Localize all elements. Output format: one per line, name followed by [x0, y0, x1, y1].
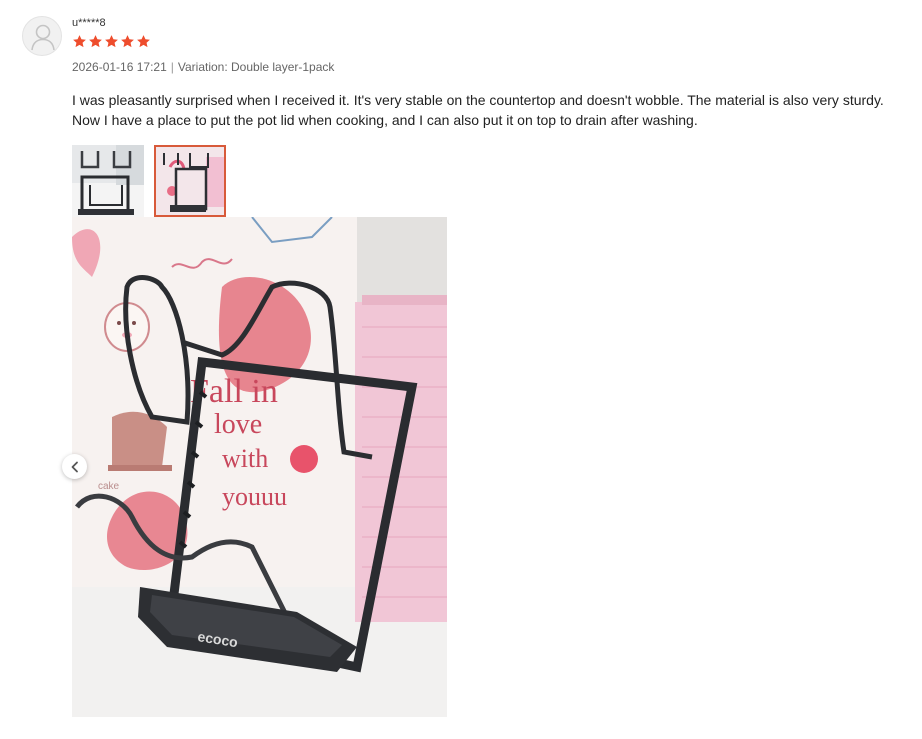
review-meta: 2026-01-16 17:21 | Variation: Double layer… [72, 59, 334, 75]
thumbnail-2-image [156, 147, 224, 215]
cake-doodle-label: cake [98, 481, 120, 492]
star-icon [121, 35, 134, 48]
thumbnail-2[interactable] [154, 145, 226, 217]
reviewer-username: u*****8 [72, 17, 106, 29]
review-text: I was pleasantly surprised when I receiv… [72, 92, 884, 128]
review-variation: Variation: Double layer-1pack [177, 60, 335, 74]
user-silhouette-icon [31, 24, 55, 51]
star-icon [73, 35, 86, 48]
star-icon [137, 35, 150, 48]
sign-text-line2: love [214, 409, 262, 440]
sign-text-line3: with [222, 444, 268, 473]
thumbnail-1-image [72, 145, 144, 217]
rating-stars [72, 34, 151, 52]
star-icon [89, 35, 102, 48]
sign-text-line4: youuu [222, 482, 287, 511]
review-date: 2026-01-16 17:21 [72, 60, 167, 74]
review-card: u*****8 2026-01-16 17:21 | Variation: Doub… [0, 0, 922, 739]
image-thumbnails [72, 145, 226, 217]
prev-image-button[interactable] [62, 454, 87, 479]
pot-lid-rack-photo: Fall in love with youuu cake ecoco [72, 217, 447, 717]
chevron-left-icon [71, 461, 78, 472]
review-photo: Fall in love with youuu cake ecoco [72, 217, 447, 717]
thumbnail-1[interactable] [72, 145, 144, 217]
avatar [22, 16, 62, 56]
meta-separator: | [170, 60, 174, 74]
star-icon [105, 35, 118, 48]
